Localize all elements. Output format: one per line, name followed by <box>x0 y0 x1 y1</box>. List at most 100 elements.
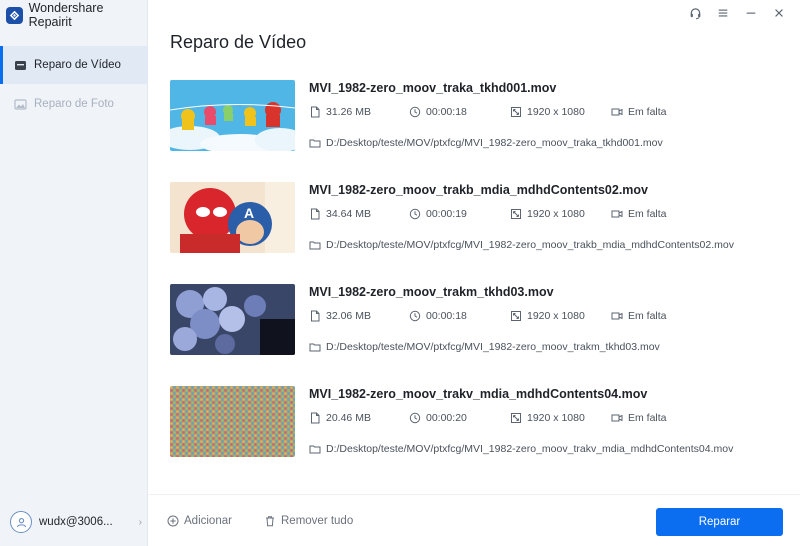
sidebar: Wondershare Repairit Reparo de Vídeo Rep… <box>0 0 148 546</box>
file-item[interactable]: A MVI_1982-zero_moov_trakb_mdia_mdhdCont… <box>170 182 790 254</box>
photo-repair-icon <box>14 98 27 111</box>
account-button[interactable]: wudx@3006... › <box>10 510 142 534</box>
file-duration: 00:00:18 <box>409 106 467 118</box>
file-size-value: 20.46 MB <box>326 412 371 424</box>
svg-text:A: A <box>244 205 254 221</box>
file-icon <box>309 208 321 220</box>
close-icon[interactable] <box>772 6 786 20</box>
file-size: 20.46 MB <box>309 412 371 424</box>
file-resolution-value: 1920 x 1080 <box>527 106 585 118</box>
file-duration-value: 00:00:18 <box>426 106 467 118</box>
file-resolution-value: 1920 x 1080 <box>527 412 585 424</box>
file-resolution-value: 1920 x 1080 <box>527 208 585 220</box>
file-status: Em falta <box>611 106 667 118</box>
resolution-icon <box>510 412 522 424</box>
file-size: 34.64 MB <box>309 208 371 220</box>
file-item[interactable]: MVI_1982-zero_moov_trakv_mdia_mdhdConten… <box>170 386 790 458</box>
video-thumbnail <box>170 386 295 457</box>
file-status-value: Em falta <box>628 310 667 322</box>
file-resolution: 1920 x 1080 <box>510 412 585 424</box>
resolution-icon <box>510 208 522 220</box>
window-controls <box>688 6 786 20</box>
app-name: Wondershare Repairit <box>28 1 104 29</box>
file-path-value: D:/Desktop/teste/MOV/ptxfcg/MVI_1982-zer… <box>326 137 663 149</box>
file-duration-value: 00:00:20 <box>426 412 467 424</box>
menu-icon[interactable] <box>716 6 730 20</box>
add-files-button[interactable]: Adicionar <box>167 515 232 527</box>
file-status-value: Em falta <box>628 412 667 424</box>
file-size-value: 34.64 MB <box>326 208 371 220</box>
file-path-value: D:/Desktop/teste/MOV/ptxfcg/MVI_1982-zer… <box>326 239 734 251</box>
chevron-right-icon: › <box>138 516 142 528</box>
file-status-value: Em falta <box>628 106 667 118</box>
sidebar-item-label: Reparo de Vídeo <box>34 59 121 71</box>
file-duration-value: 00:00:19 <box>426 208 467 220</box>
file-icon <box>309 106 321 118</box>
file-path-value: D:/Desktop/teste/MOV/ptxfcg/MVI_1982-zer… <box>326 443 734 455</box>
app-logo-icon <box>6 6 23 24</box>
page-title: Reparo de Vídeo <box>170 32 307 52</box>
sidebar-item-video-repair[interactable]: Reparo de Vídeo <box>0 46 148 84</box>
user-icon <box>10 511 32 533</box>
resolution-icon <box>510 106 522 118</box>
file-status: Em falta <box>611 412 667 424</box>
file-item[interactable]: MVI_1982-zero_moov_traka_tkhd001.mov 31.… <box>170 80 790 152</box>
minimize-icon[interactable] <box>744 6 758 20</box>
file-duration: 00:00:18 <box>409 310 467 322</box>
file-size: 32.06 MB <box>309 310 371 322</box>
clock-icon <box>409 106 421 118</box>
file-path-value: D:/Desktop/teste/MOV/ptxfcg/MVI_1982-zer… <box>326 341 660 353</box>
file-resolution: 1920 x 1080 <box>510 106 585 118</box>
file-path: D:/Desktop/teste/MOV/ptxfcg/MVI_1982-zer… <box>309 341 660 353</box>
headset-support-icon[interactable] <box>688 6 702 20</box>
remove-all-label: Remover tudo <box>281 515 354 527</box>
video-repair-icon <box>14 59 27 72</box>
file-resolution-value: 1920 x 1080 <box>527 310 585 322</box>
file-status-value: Em falta <box>628 208 667 220</box>
footer-bar: Adicionar Remover tudo Reparar <box>148 494 800 546</box>
video-camera-icon <box>611 106 623 118</box>
video-camera-icon <box>611 412 623 424</box>
file-name: MVI_1982-zero_moov_trakm_tkhd03.mov <box>309 285 554 299</box>
clock-icon <box>409 412 421 424</box>
repair-button[interactable]: Reparar <box>656 508 783 536</box>
trash-icon <box>264 515 276 527</box>
file-icon <box>309 310 321 322</box>
folder-icon <box>309 239 321 251</box>
clock-icon <box>409 208 421 220</box>
file-size-value: 32.06 MB <box>326 310 371 322</box>
file-resolution: 1920 x 1080 <box>510 208 585 220</box>
file-duration-value: 00:00:18 <box>426 310 467 322</box>
file-status: Em falta <box>611 208 667 220</box>
file-resolution: 1920 x 1080 <box>510 310 585 322</box>
video-thumbnail <box>170 80 295 151</box>
file-duration: 00:00:19 <box>409 208 467 220</box>
file-name: MVI_1982-zero_moov_trakb_mdia_mdhdConten… <box>309 183 648 197</box>
folder-icon <box>309 341 321 353</box>
folder-icon <box>309 137 321 149</box>
file-path: D:/Desktop/teste/MOV/ptxfcg/MVI_1982-zer… <box>309 443 733 455</box>
video-thumbnail <box>170 284 295 355</box>
file-name: MVI_1982-zero_moov_trakv_mdia_mdhdConten… <box>309 387 648 401</box>
file-item[interactable]: MVI_1982-zero_moov_trakm_tkhd03.mov 32.0… <box>170 284 790 356</box>
account-name: wudx@3006... <box>39 516 113 528</box>
add-files-label: Adicionar <box>184 515 232 527</box>
file-icon <box>309 412 321 424</box>
file-name: MVI_1982-zero_moov_traka_tkhd001.mov <box>309 81 557 95</box>
folder-icon <box>309 443 321 455</box>
clock-icon <box>409 310 421 322</box>
file-path: D:/Desktop/teste/MOV/ptxfcg/MVI_1982-zer… <box>309 137 663 149</box>
file-size: 31.26 MB <box>309 106 371 118</box>
remove-all-button[interactable]: Remover tudo <box>264 515 353 527</box>
video-thumbnail: A <box>170 182 295 253</box>
file-path: D:/Desktop/teste/MOV/ptxfcg/MVI_1982-zer… <box>309 239 734 251</box>
sidebar-item-label: Reparo de Foto <box>34 98 114 110</box>
plus-circle-icon <box>167 515 179 527</box>
video-camera-icon <box>611 208 623 220</box>
video-camera-icon <box>611 310 623 322</box>
file-duration: 00:00:20 <box>409 412 467 424</box>
resolution-icon <box>510 310 522 322</box>
file-status: Em falta <box>611 310 667 322</box>
file-size-value: 31.26 MB <box>326 106 371 118</box>
sidebar-item-photo-repair[interactable]: Reparo de Foto <box>0 85 148 123</box>
